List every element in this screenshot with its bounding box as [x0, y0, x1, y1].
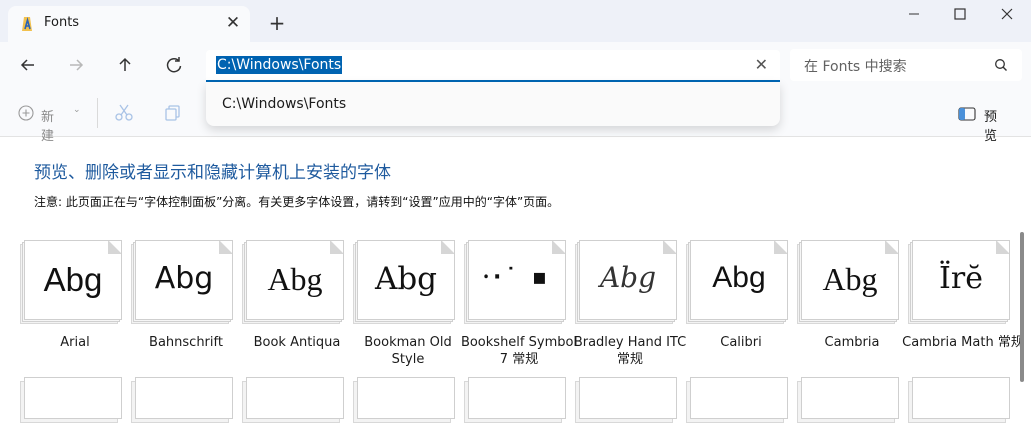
page-fold [552, 241, 565, 254]
minimize-button[interactable] [891, 0, 937, 30]
page-fold [885, 241, 898, 254]
page-fold [441, 241, 454, 254]
chevron-down-icon: ⌄ [73, 105, 81, 115]
tab-title: Fonts [44, 15, 80, 30]
new-tab-button[interactable]: + [266, 12, 288, 34]
font-card: Abg [579, 240, 677, 320]
new-label: 新建 [41, 110, 55, 144]
font-card [579, 377, 677, 419]
font-name: Book Antiqua [253, 335, 341, 350]
fonts-folder-icon [19, 15, 37, 33]
font-item-next-row[interactable] [686, 377, 788, 423]
font-card [135, 377, 233, 419]
font-name: Bradley Hand ITC 常规 [573, 335, 687, 367]
clear-address-icon[interactable]: ✕ [755, 55, 768, 74]
font-name: Arial [60, 335, 90, 350]
font-card: Abg [690, 240, 788, 320]
font-item-next-row[interactable] [353, 377, 455, 423]
font-card: Abg [801, 240, 899, 320]
font-item-next-row[interactable] [464, 377, 566, 423]
font-sample: Abg [712, 261, 766, 294]
address-path[interactable]: C:\Windows\Fonts [216, 56, 343, 74]
font-card [801, 377, 899, 419]
page-fold [108, 241, 121, 254]
font-item-next-row[interactable] [131, 377, 233, 423]
font-name: Bookshelf Symbol 7 常规 [460, 335, 578, 367]
font-card: Abg [24, 240, 122, 320]
font-sample: Abg [374, 261, 438, 297]
close-tab-icon[interactable]: ✕ [222, 12, 244, 34]
tab-fonts[interactable]: Fonts ✕ [8, 6, 250, 42]
font-name: Cambria Math 常规 [902, 335, 1024, 350]
close-window-button[interactable] [984, 0, 1030, 30]
copy-icon [164, 104, 182, 126]
up-arrow-icon[interactable] [112, 52, 138, 78]
notice-text: 注意: 此页面正在与“字体控制面板”分离。有关更多字体设置，请转到“设置”应用中… [34, 195, 560, 209]
font-card [690, 377, 788, 419]
font-sample: Abg [154, 261, 214, 296]
font-item-next-row[interactable] [908, 377, 1010, 423]
font-sample: Ïrĕ [939, 261, 983, 296]
address-suggestion-item[interactable]: C:\Windows\Fonts [222, 96, 346, 112]
font-card [24, 377, 122, 419]
font-sample: Abg [43, 261, 103, 298]
search-placeholder: 在 Fonts 中搜索 [804, 59, 907, 75]
page-fold [330, 241, 343, 254]
refresh-icon[interactable] [161, 52, 187, 78]
font-card: Abg [246, 240, 344, 320]
maximize-button[interactable] [937, 0, 983, 30]
page-fold [663, 241, 676, 254]
font-name: Cambria [824, 335, 880, 350]
back-arrow-icon[interactable] [15, 52, 41, 78]
font-item-next-row[interactable] [575, 377, 677, 423]
font-card [912, 377, 1010, 419]
page-heading: 预览、删除或者显示和隐藏计算机上安装的字体 [34, 163, 391, 183]
address-suggestion-dropdown: C:\Windows\Fonts [206, 82, 780, 126]
font-sample: Abg [267, 261, 323, 297]
toolbar-divider [97, 98, 98, 128]
search-icon [994, 57, 1008, 76]
preview-pane-icon [958, 106, 976, 126]
address-bar[interactable]: C:\Windows\Fonts ✕ [206, 50, 780, 82]
font-item-next-row[interactable] [242, 377, 344, 423]
page-fold [219, 241, 232, 254]
scrollbar-thumb[interactable] [1020, 232, 1024, 382]
font-card [246, 377, 344, 419]
font-sample: Abg [599, 261, 657, 294]
font-item-next-row[interactable] [797, 377, 899, 423]
font-card [468, 377, 566, 419]
font-card: Ïrĕ [912, 240, 1010, 320]
search-input[interactable]: 在 Fonts 中搜索 [790, 49, 1022, 81]
add-icon [18, 105, 34, 125]
font-sample: Abg [822, 261, 878, 297]
page-fold [996, 241, 1009, 254]
font-card [357, 377, 455, 419]
preview-label: 预览 [984, 110, 998, 144]
page-fold [774, 241, 787, 254]
font-name: Bookman Old Style [364, 335, 452, 367]
font-name: Calibri [720, 335, 762, 350]
cut-icon [114, 104, 134, 126]
font-sample: ⸱·˙ ▪ [483, 265, 551, 290]
font-card: Abg [135, 240, 233, 320]
font-card: ⸱·˙ ▪ [468, 240, 566, 320]
font-name: Bahnschrift [149, 335, 223, 350]
font-card: Abg [357, 240, 455, 320]
font-item-next-row[interactable] [20, 377, 122, 423]
forward-arrow-icon[interactable] [63, 52, 89, 78]
